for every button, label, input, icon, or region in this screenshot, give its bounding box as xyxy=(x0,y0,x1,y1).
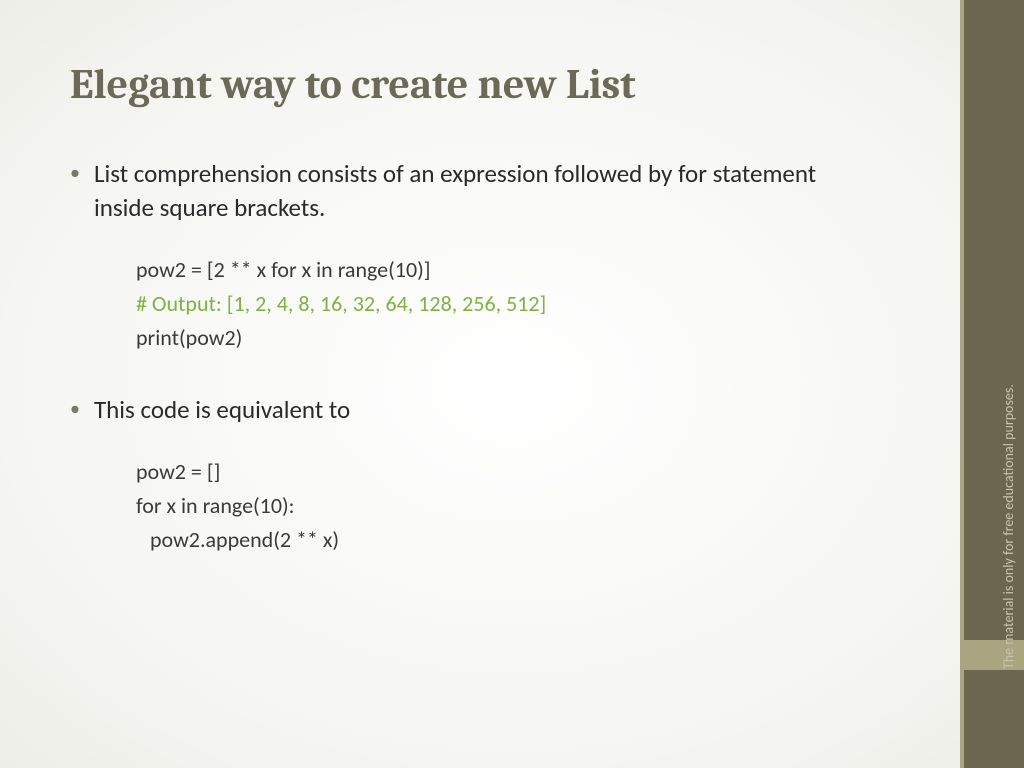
slide-title: Elegant way to create new List xyxy=(70,60,880,109)
code-line: for x in range(10): xyxy=(136,489,880,523)
bullet-item-1: • List comprehension consists of an expr… xyxy=(70,157,880,225)
code-line: pow2 = [] xyxy=(136,455,880,489)
code-block-1: pow2 = [2 ** x for x in range(10)] # Out… xyxy=(136,253,880,355)
bullet-marker-icon: • xyxy=(70,163,80,183)
bullet-item-2: • This code is equivalent to xyxy=(70,393,880,427)
code-comment: # Output: [1, 2, 4, 8, 16, 32, 64, 128, … xyxy=(136,287,880,321)
code-line: pow2.append(2 ** x) xyxy=(150,523,880,557)
code-line: pow2 = [2 ** x for x in range(10)] xyxy=(136,253,880,287)
sidebar-disclaimer: The material is only for free educationa… xyxy=(1000,429,1018,669)
bullet-marker-icon: • xyxy=(70,399,80,419)
code-line: print(pow2) xyxy=(136,321,880,355)
bullet-text-2: This code is equivalent to xyxy=(94,393,350,427)
slide-content: Elegant way to create new List • List co… xyxy=(0,0,950,557)
code-block-2: pow2 = [] for x in range(10): pow2.appen… xyxy=(136,455,880,557)
bullet-text-1: List comprehension consists of an expres… xyxy=(94,157,880,225)
